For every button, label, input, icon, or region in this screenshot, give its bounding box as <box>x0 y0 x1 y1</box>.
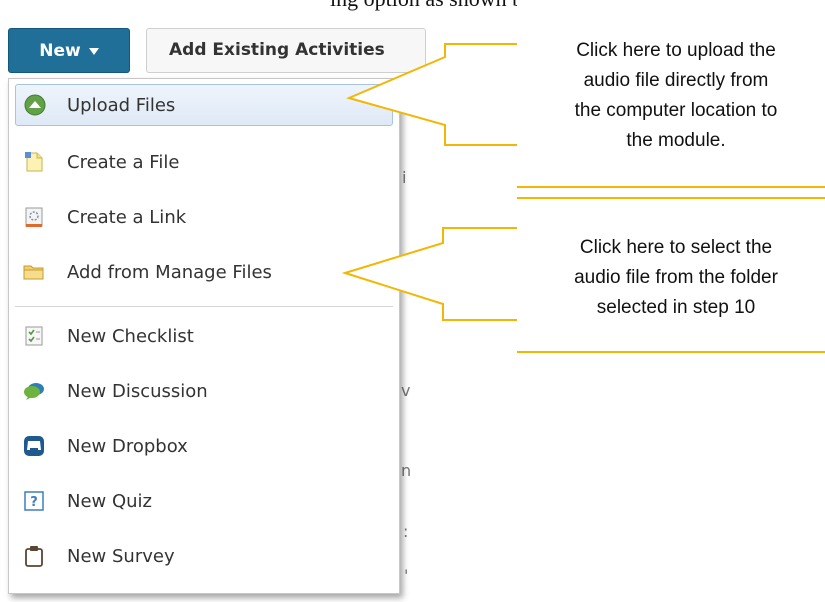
callout-text-line: audio file directly from <box>583 70 769 91</box>
callout-add-from-manage-files: Click here to select the audio file from… <box>517 197 825 353</box>
callout-upload-files: Click here to upload the audio file dire… <box>517 0 825 188</box>
callout-text-line: Click here to select the <box>579 237 773 258</box>
callout-text-line: audio file from the folder <box>574 267 778 288</box>
callout-text-line: the module. <box>626 130 726 151</box>
callout-text-line: the computer location to <box>574 100 778 121</box>
callout-text-line: selected in step 10 <box>596 297 756 318</box>
callout-text-line: Click here to upload the <box>576 40 776 61</box>
